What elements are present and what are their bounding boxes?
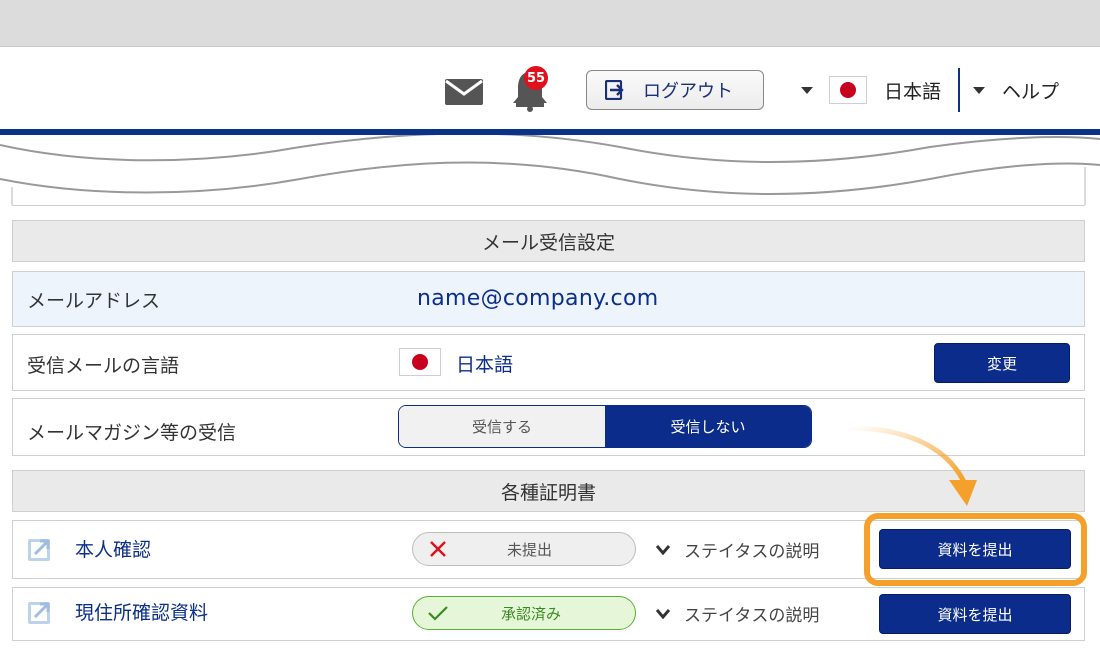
submit-document-button[interactable]: 資料を提出 (879, 594, 1071, 634)
highlight-frame (864, 513, 1087, 586)
mail-icon[interactable] (445, 79, 483, 105)
certificate-name: 現住所確認資料 (75, 602, 209, 624)
email-label: メールアドレス (27, 290, 161, 312)
status-help-toggle[interactable]: ステイタスの説明 (656, 601, 819, 626)
status-pill-approved: 承認済み (412, 596, 636, 630)
chevron-down-icon (656, 544, 670, 555)
japan-flag-icon[interactable] (829, 76, 867, 104)
check-mark-icon (428, 606, 448, 621)
logout-button[interactable]: ログアウト (586, 70, 764, 110)
status-pill-not-submitted: 未提出 (412, 532, 636, 566)
mail-settings-header: メール受信設定 (12, 220, 1085, 262)
change-language-button[interactable]: 変更 (934, 343, 1070, 383)
status-help-toggle[interactable]: ステイタスの説明 (656, 537, 819, 562)
status-text: 承認済み (501, 604, 562, 623)
external-link-icon (28, 601, 50, 624)
status-help-label: ステイタスの説明 (684, 542, 820, 562)
logout-label: ログアウト (643, 81, 733, 102)
status-text: 未提出 (507, 540, 553, 559)
mail-language-value: 日本語 (456, 354, 514, 376)
certificate-name: 本人確認 (75, 539, 152, 561)
panel-top-edge (12, 205, 1085, 206)
language-selector-label[interactable]: 日本語 (884, 77, 941, 104)
toggle-receive-option[interactable]: 受信する (399, 406, 605, 447)
top-strip (0, 0, 1100, 47)
header-divider (958, 68, 960, 112)
logout-icon (605, 80, 624, 100)
mail-language-flag-icon (399, 348, 441, 376)
annotation-arrow-icon (846, 425, 977, 506)
newsletter-label: メールマガジン等の受信 (27, 422, 237, 444)
external-link-icon (28, 538, 50, 561)
status-help-label: ステイタスの説明 (684, 606, 820, 626)
email-value: name@company.com (417, 286, 659, 311)
language-dropdown-caret-icon[interactable] (801, 87, 813, 94)
mail-language-label: 受信メールの言語 (27, 355, 180, 377)
help-menu-label[interactable]: ヘルプ (1002, 77, 1059, 104)
identity-verification-link[interactable]: 本人確認 (27, 535, 151, 562)
newsletter-toggle[interactable]: 受信する 受信しない (398, 405, 812, 448)
x-mark-icon (430, 541, 446, 557)
toggle-no-receive-option[interactable]: 受信しない (605, 406, 811, 447)
wavy-separator (0, 135, 1100, 210)
help-dropdown-caret-icon[interactable] (973, 87, 985, 94)
notification-count-badge: 55 (524, 66, 548, 90)
address-proof-link[interactable]: 現住所確認資料 (27, 598, 208, 625)
chevron-down-icon (656, 608, 670, 619)
